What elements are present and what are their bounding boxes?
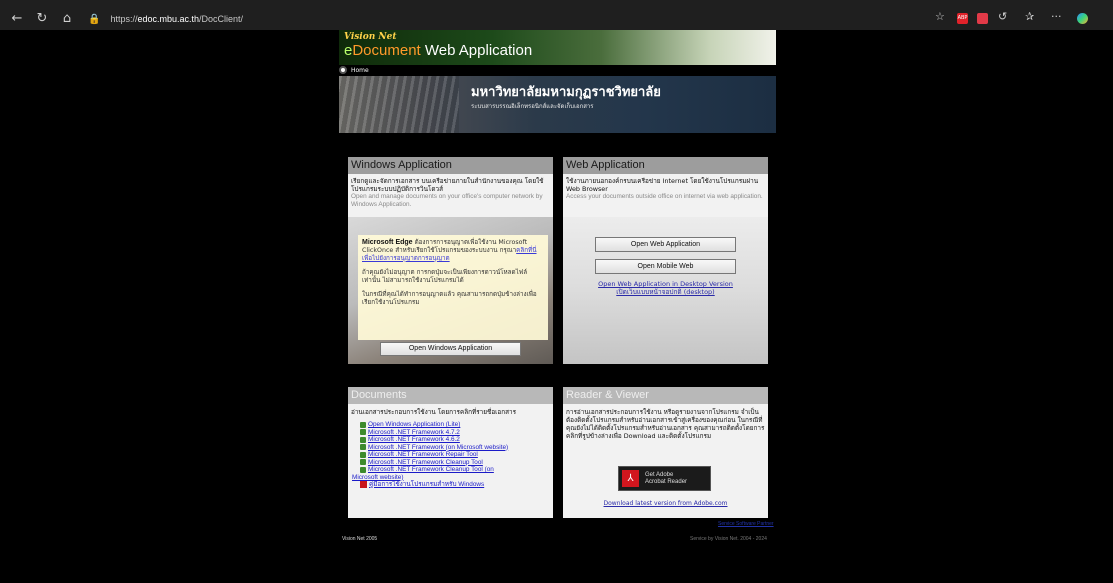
url-text[interactable]: https://edoc.mbu.ac.th/DocClient/ [110, 14, 243, 24]
open-mobile-web-button[interactable]: Open Mobile Web [595, 259, 736, 274]
web-app-desc-th: ใช้งานภายนอกองค์กรบนเครือข่าย Internet โ… [566, 177, 759, 193]
footer-partner-link[interactable]: Service Software Partner [718, 521, 774, 527]
pdf-icon [360, 481, 367, 489]
documents-title: Documents [348, 387, 553, 404]
more-menu-icon[interactable]: ··· [1051, 11, 1062, 23]
doc-link[interactable]: Microsoft .NET Framework Cleanup Tool (o… [352, 466, 549, 474]
windows-app-desc-th: เรียกดูและจัดการเอกสาร บนเครือข่ายภายในส… [351, 177, 544, 193]
reload-icon[interactable]: ↻ [35, 12, 49, 25]
home-label[interactable]: Home [351, 67, 369, 74]
system-subtitle: ระบบสารบรรณอิเล็กทรอนิกส์และจัดเก็บเอกสา… [471, 103, 594, 110]
doc-link[interactable]: Microsoft .NET Framework 4.7.2 [352, 429, 549, 437]
footer-service: Service by Vision Net. 2004 - 2024 [690, 536, 767, 542]
vision-logo: Vision Net [344, 32, 397, 42]
adblock-extension-icon[interactable]: ABP [957, 13, 968, 24]
home-icon[interactable]: ⌂ [60, 12, 74, 25]
desktop-version-link[interactable]: Open Web Application in Desktop Version [563, 280, 768, 288]
home-circle-icon [339, 66, 347, 74]
refresh-extension-icon[interactable]: ↺ [998, 11, 1007, 23]
favorite-star-icon[interactable]: ☆ [935, 11, 945, 23]
doc-link[interactable]: Microsoft .NET Framework Repair Tool [352, 451, 549, 459]
browser-toolbar: ← ↻ ⌂ 🔒 https://edoc.mbu.ac.th/DocClient… [0, 0, 1113, 30]
home-link[interactable]: Home [339, 66, 369, 74]
open-web-app-button[interactable]: Open Web Application [595, 237, 736, 252]
documents-intro: อ่านเอกสารประกอบการใช้งาน โดยการคลิกที่ร… [351, 408, 516, 416]
doc-link[interactable]: Microsoft .NET Framework Cleanup Tool [352, 459, 549, 467]
adobe-line2: Acrobat Reader [645, 478, 688, 485]
documents-panel: Documents อ่านเอกสารประกอบการใช้งาน โดยก… [348, 387, 553, 518]
download-icon [360, 436, 366, 443]
download-icon [360, 451, 366, 458]
desktop-version-link-th[interactable]: เปิดเว็บแบบหน้าจอปกติ (desktop) [563, 288, 768, 296]
web-app-desc-en: Access your documents outside office on … [566, 193, 763, 200]
address-bar[interactable]: 🔒 https://edoc.mbu.ac.th/DocClient/ [88, 10, 908, 28]
get-adobe-reader-button[interactable]: ⅄ Get Adobe Acrobat Reader [618, 466, 711, 491]
doc-link-continued[interactable]: Microsoft website) [352, 474, 549, 482]
reader-viewer-title: Reader & Viewer [563, 387, 768, 404]
university-header: มหาวิทยาลัยมหามกุฏราชวิทยาลัย ระบบสารบรร… [339, 76, 776, 133]
adobe-download-link[interactable]: Download latest version from Adobe.com [563, 500, 768, 508]
footer-copyright: Vision Net 2005 [342, 536, 378, 542]
windows-app-panel: Windows Application เรียกดูและจัดการเอกส… [348, 157, 553, 364]
back-arrow-icon[interactable]: ← [10, 12, 24, 25]
app-banner: Vision Net eDocument Web Application [339, 30, 776, 65]
windows-app-desc-en: Open and manage documents on your office… [351, 193, 543, 208]
doc-link[interactable]: Open Windows Application (Lite) [352, 421, 549, 429]
windows-app-title: Windows Application [348, 157, 553, 174]
edge-brand: Microsoft Edge [362, 239, 413, 246]
acrobat-logo-icon: ⅄ [622, 470, 639, 487]
download-icon [360, 459, 366, 466]
download-icon [360, 444, 366, 451]
lock-icon[interactable]: 🔒 [88, 14, 100, 25]
open-windows-app-button[interactable]: Open Windows Application [380, 342, 521, 356]
documents-list: Open Windows Application (Lite) Microsof… [348, 416, 553, 491]
doc-link[interactable]: Microsoft .NET Framework 4.6.2 [352, 436, 549, 444]
university-name: มหาวิทยาลัยมหามกุฏราชวิทยาลัย [471, 85, 661, 100]
copilot-icon[interactable] [1077, 13, 1088, 24]
download-icon [360, 421, 366, 428]
reader-viewer-panel: Reader & Viewer การอ่านเอกสารประกอบการใช… [563, 387, 768, 518]
doc-link[interactable]: Microsoft .NET Framework (on Microsoft w… [352, 444, 549, 452]
web-app-title: Web Application [563, 157, 768, 174]
note-text-2: ถ้าคุณยังไม่อนุญาต การกดปุ่มจะเป็นเพียงก… [362, 269, 528, 284]
note-text-3: ในกรณีที่คุณได้ทำการอนุญาตแล้ว คุณสามารถ… [362, 291, 537, 306]
adobe-line1: Get Adobe [645, 471, 674, 478]
web-app-panel: Web Application ใช้งานภายนอกองค์กรบนเครื… [563, 157, 768, 364]
favorites-icon[interactable]: ✰ [1025, 11, 1034, 23]
reader-description: การอ่านเอกสารประกอบการใช้งาน หรือดูรายงา… [566, 408, 765, 440]
app-title: eDocument Web Application [344, 42, 533, 59]
pdf-extension-icon[interactable] [977, 13, 988, 24]
download-icon [360, 429, 366, 436]
edge-clickonce-note: Microsoft Edge ต้องการการอนุญาตเพื่อใช้ง… [358, 235, 548, 340]
header-photo [339, 76, 459, 133]
page-container: Vision Net eDocument Web Application [339, 30, 776, 65]
manual-link[interactable]: คู่มือการใช้งานโปรแกรมสำหรับ Windows [352, 481, 549, 489]
download-icon [360, 466, 366, 473]
